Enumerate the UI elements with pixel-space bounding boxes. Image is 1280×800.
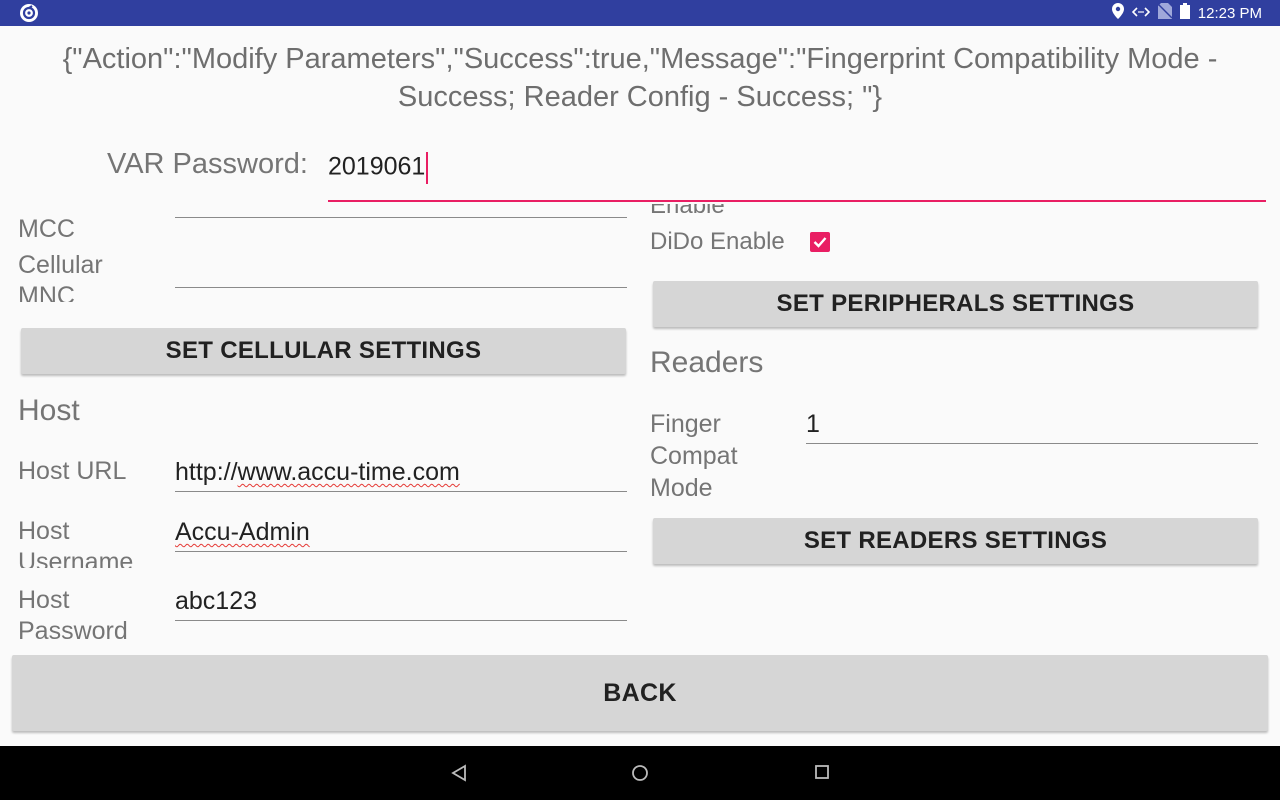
- status-time: 12:23 PM: [1197, 4, 1262, 22]
- left-settings-column[interactable]: MCC Cellular MNC SET CELLULAR SETTINGS H…: [0, 204, 640, 642]
- mcc-label: MCC: [18, 215, 75, 238]
- host-url-label: Host URL: [18, 457, 127, 485]
- mnc-label: Cellular MNC: [18, 251, 103, 302]
- mnc-field[interactable]: [175, 244, 627, 288]
- navigation-bar: [0, 746, 1280, 800]
- status-bar: 12:23 PM: [0, 0, 1280, 26]
- response-message: {"Action":"Modify Parameters","Success":…: [62, 43, 1218, 113]
- recents-nav-icon[interactable]: [814, 764, 830, 785]
- host-url-field[interactable]: http://www.accu-time.com: [175, 448, 627, 492]
- dido-enable-label: DiDo Enable: [650, 228, 785, 255]
- host-username-label: Host Username: [18, 517, 134, 568]
- text-cursor: [426, 152, 429, 184]
- dido-enable-checkbox[interactable]: [810, 232, 830, 252]
- battery-icon: [1179, 3, 1190, 23]
- var-password-label: VAR Password:: [107, 148, 308, 180]
- var-password-value: 2019061: [328, 152, 426, 181]
- host-section-title: Host: [18, 394, 80, 427]
- var-password-input[interactable]: 2019061: [328, 148, 1266, 202]
- host-password-value: abc123: [175, 587, 258, 615]
- set-peripherals-settings-button[interactable]: SET PERIPHERALS SETTINGS: [653, 281, 1258, 327]
- readers-section-title: Readers: [650, 346, 764, 379]
- host-url-prefix: http://: [175, 458, 238, 486]
- back-button[interactable]: BACK: [12, 655, 1268, 731]
- finger-compat-mode-field[interactable]: 1: [806, 400, 1258, 444]
- app-notification-icon: [20, 4, 38, 22]
- location-icon: [1111, 3, 1124, 23]
- host-password-label: Host Password: [18, 586, 128, 642]
- mcc-field[interactable]: [175, 204, 627, 218]
- host-username-value: Accu-Admin: [175, 518, 310, 546]
- set-readers-settings-button[interactable]: SET READERS SETTINGS: [653, 518, 1258, 564]
- checkmark-icon: [813, 237, 827, 248]
- host-url-link: www.accu-time.com: [237, 458, 460, 486]
- finger-compat-mode-value: 1: [806, 410, 820, 438]
- back-nav-icon[interactable]: [450, 764, 468, 787]
- host-password-field[interactable]: abc123: [175, 577, 627, 621]
- set-cellular-settings-button[interactable]: SET CELLULAR SETTINGS: [21, 328, 626, 374]
- home-nav-icon[interactable]: [631, 764, 649, 787]
- code-arrows-icon: [1131, 5, 1150, 22]
- peripheral-enable-label-partial: Enable: [650, 204, 725, 219]
- host-username-field[interactable]: Accu-Admin: [175, 508, 627, 552]
- right-settings-column[interactable]: Enable DiDo Enable SET PERIPHERALS SETTI…: [640, 204, 1280, 642]
- finger-compat-mode-label: Finger Compat Mode: [650, 410, 738, 496]
- no-sim-icon: [1157, 3, 1173, 23]
